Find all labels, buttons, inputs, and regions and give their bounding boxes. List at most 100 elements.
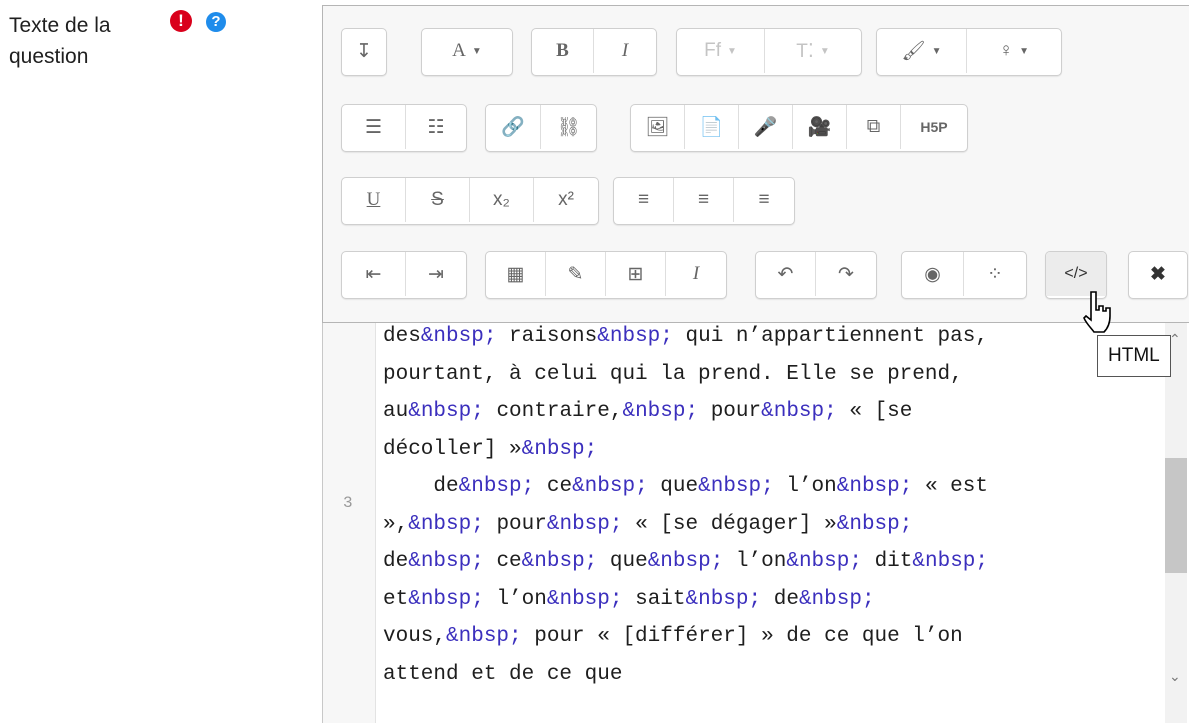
html-entity: &nbsp; xyxy=(408,400,484,423)
screenreader-helper-icon: ⁘ xyxy=(987,263,1003,285)
record-audio-button[interactable]: 🎤 xyxy=(739,105,793,149)
superscript-button[interactable]: x² xyxy=(534,178,598,222)
html-entity: &nbsp; xyxy=(912,550,989,573)
code-line: »,&nbsp; pour&nbsp; « [se dégager] »&nbs… xyxy=(383,512,913,536)
underline-icon: U xyxy=(366,189,381,210)
html-entity: &nbsp; xyxy=(698,475,774,498)
font-family-icon: Ff xyxy=(704,40,721,61)
toolbar-group: ◉ ⁘ xyxy=(901,251,1027,299)
html-entity: &nbsp; xyxy=(836,512,913,536)
bulb-button[interactable]: ♀ ▼ xyxy=(967,29,1061,73)
code-line: de&nbsp; ce&nbsp; que&nbsp; l’on&nbsp; d… xyxy=(383,550,989,573)
record-video-icon: 🎥 xyxy=(807,117,832,138)
toolbar-group: ☰ ☷ xyxy=(341,104,467,152)
subscript-button[interactable]: x₂ xyxy=(470,178,534,222)
brush-button[interactable]: 🖌 ▼ xyxy=(877,29,967,73)
font-size-button[interactable]: T⁚ ▼ xyxy=(765,29,861,73)
html-entity: &nbsp; xyxy=(597,325,673,348)
undo-button[interactable]: ↶ xyxy=(756,252,816,296)
code-text[interactable]: des&nbsp; raisons&nbsp; qui n’appartienn… xyxy=(383,318,1183,693)
clear-format-icon: I xyxy=(692,263,700,284)
html-entity: &nbsp; xyxy=(798,587,875,611)
html-entity: &nbsp; xyxy=(408,550,484,573)
align-left-icon: ≡ xyxy=(637,189,650,210)
toolbar-group: 🖌 ▼ ♀ ▼ xyxy=(876,28,1062,76)
h5p-button[interactable]: H5P xyxy=(901,105,967,149)
toolbar-group: ✖ xyxy=(1128,251,1188,299)
html-entity: &nbsp; xyxy=(572,475,648,498)
unordered-list-button[interactable]: ☰ xyxy=(342,105,406,149)
toolbar-group: ▦ ✎ ⊞ I xyxy=(485,251,727,299)
caret-down-icon: ▼ xyxy=(726,45,737,57)
manage-files-button[interactable]: ⧉ xyxy=(847,105,901,149)
undo-icon: ↶ xyxy=(777,263,794,285)
code-line: décoller] »&nbsp; xyxy=(383,437,598,461)
indent-button[interactable]: ⇥ xyxy=(406,252,466,296)
outdent-button[interactable]: ⇤ xyxy=(342,252,406,296)
equation-button[interactable]: ▦ xyxy=(486,252,546,296)
collapse-icon: ↧ xyxy=(356,40,372,62)
ordered-list-icon: ☷ xyxy=(427,116,445,138)
ordered-list-button[interactable]: ☷ xyxy=(406,105,466,149)
toolbar-group: ↶ ↷ xyxy=(755,251,877,299)
caret-down-icon: ▼ xyxy=(931,45,942,57)
record-video-button[interactable]: 🎥 xyxy=(793,105,847,149)
collapse-button[interactable]: ↧ xyxy=(342,29,386,73)
font-color-button[interactable]: A ▼ xyxy=(422,29,512,73)
code-line: au&nbsp; contraire,&nbsp; pour&nbsp; « [… xyxy=(383,400,913,423)
code-line: attend et de ce que xyxy=(383,662,623,686)
html-entity: &nbsp; xyxy=(458,475,535,498)
link-button[interactable]: 🔗 xyxy=(486,105,541,149)
outdent-icon: ⇤ xyxy=(365,263,382,285)
html-entity: &nbsp; xyxy=(761,400,837,423)
media-icon: 📄 xyxy=(699,117,724,138)
scrollbar-thumb[interactable] xyxy=(1165,458,1187,573)
accessibility-checker-icon: ◉ xyxy=(924,263,941,285)
help-icon[interactable]: ? xyxy=(206,12,226,32)
hand-cursor-icon xyxy=(1083,291,1111,333)
unordered-list-icon: ☰ xyxy=(364,116,383,138)
record-audio-icon: 🎤 xyxy=(753,117,778,138)
html-entity: &nbsp; xyxy=(408,512,484,536)
fullscreen-button[interactable]: ✖ xyxy=(1129,252,1187,296)
link-icon: 🔗 xyxy=(501,117,525,138)
table-button[interactable]: ⊞ xyxy=(606,252,666,296)
required-icon: ! xyxy=(170,10,192,32)
tooltip: HTML xyxy=(1097,335,1171,377)
strikethrough-button[interactable]: S xyxy=(406,178,470,222)
html-entity: &nbsp; xyxy=(521,550,598,573)
toolbar-group: ⇤ ⇥ xyxy=(341,251,467,299)
image-button[interactable]: 🖼 xyxy=(631,105,685,149)
underline-button[interactable]: U xyxy=(342,178,406,222)
accessibility-checker-button[interactable]: ◉ xyxy=(902,252,964,296)
image-icon: 🖼 xyxy=(645,117,670,138)
html-source-area[interactable]: 3 des&nbsp; raisons&nbsp; qui n’appartie… xyxy=(322,323,1189,723)
scroll-up-icon[interactable]: ⌃ xyxy=(1169,331,1181,348)
align-center-button[interactable]: ≡ xyxy=(674,178,734,222)
bold-button[interactable]: B xyxy=(532,29,594,73)
html-entity: &nbsp; xyxy=(521,437,598,461)
scroll-down-icon[interactable]: ⌄ xyxy=(1169,668,1181,685)
indent-icon: ⇥ xyxy=(428,263,444,285)
unlink-button[interactable]: ⛓ xyxy=(541,105,596,149)
align-right-button[interactable]: ≡ xyxy=(734,178,794,222)
editor-toolbar: ↧ A ▼ B I Ff ▼ T⁚ ▼ 🖌 ▼ ♀ ▼ ☰ ☷ 🔗 ⛓ 🖼 📄 🎤 🎥 ⧉ H5P U Sx₂ x² ≡ ≡ ≡ ⇤ ⇥ ▦ ✎… xyxy=(322,5,1189,323)
field-label: Texte de la question xyxy=(9,10,159,72)
bold-icon: B xyxy=(556,40,569,61)
editor: ↧ A ▼ B I Ff ▼ T⁚ ▼ 🖌 ▼ ♀ ▼ ☰ ☷ 🔗 ⛓ 🖼 📄 🎤 🎥 ⧉ H5P U Sx₂ x² ≡ ≡ ≡ ⇤ ⇥ ▦ ✎… xyxy=(322,5,1189,723)
code-line: de&nbsp; ce&nbsp; que&nbsp; l’on&nbsp; «… xyxy=(383,475,988,498)
redo-button[interactable]: ↷ xyxy=(816,252,876,296)
html-entity: &nbsp; xyxy=(836,475,913,498)
toolbar-group: 🔗 ⛓ xyxy=(485,104,597,152)
brush-icon: 🖌 xyxy=(901,41,926,62)
font-family-button[interactable]: Ff ▼ xyxy=(677,29,765,73)
align-left-button[interactable]: ≡ xyxy=(614,178,674,222)
media-button[interactable]: 📄 xyxy=(685,105,739,149)
strikethrough-icon: S xyxy=(431,189,444,210)
screenreader-helper-button[interactable]: ⁘ xyxy=(964,252,1026,296)
special-chars-button[interactable]: ✎ xyxy=(546,252,606,296)
caret-down-icon: ▼ xyxy=(1019,45,1030,57)
italic-button[interactable]: I xyxy=(594,29,656,73)
clear-format-button[interactable]: I xyxy=(666,252,726,296)
toolbar-group: BI xyxy=(531,28,657,76)
